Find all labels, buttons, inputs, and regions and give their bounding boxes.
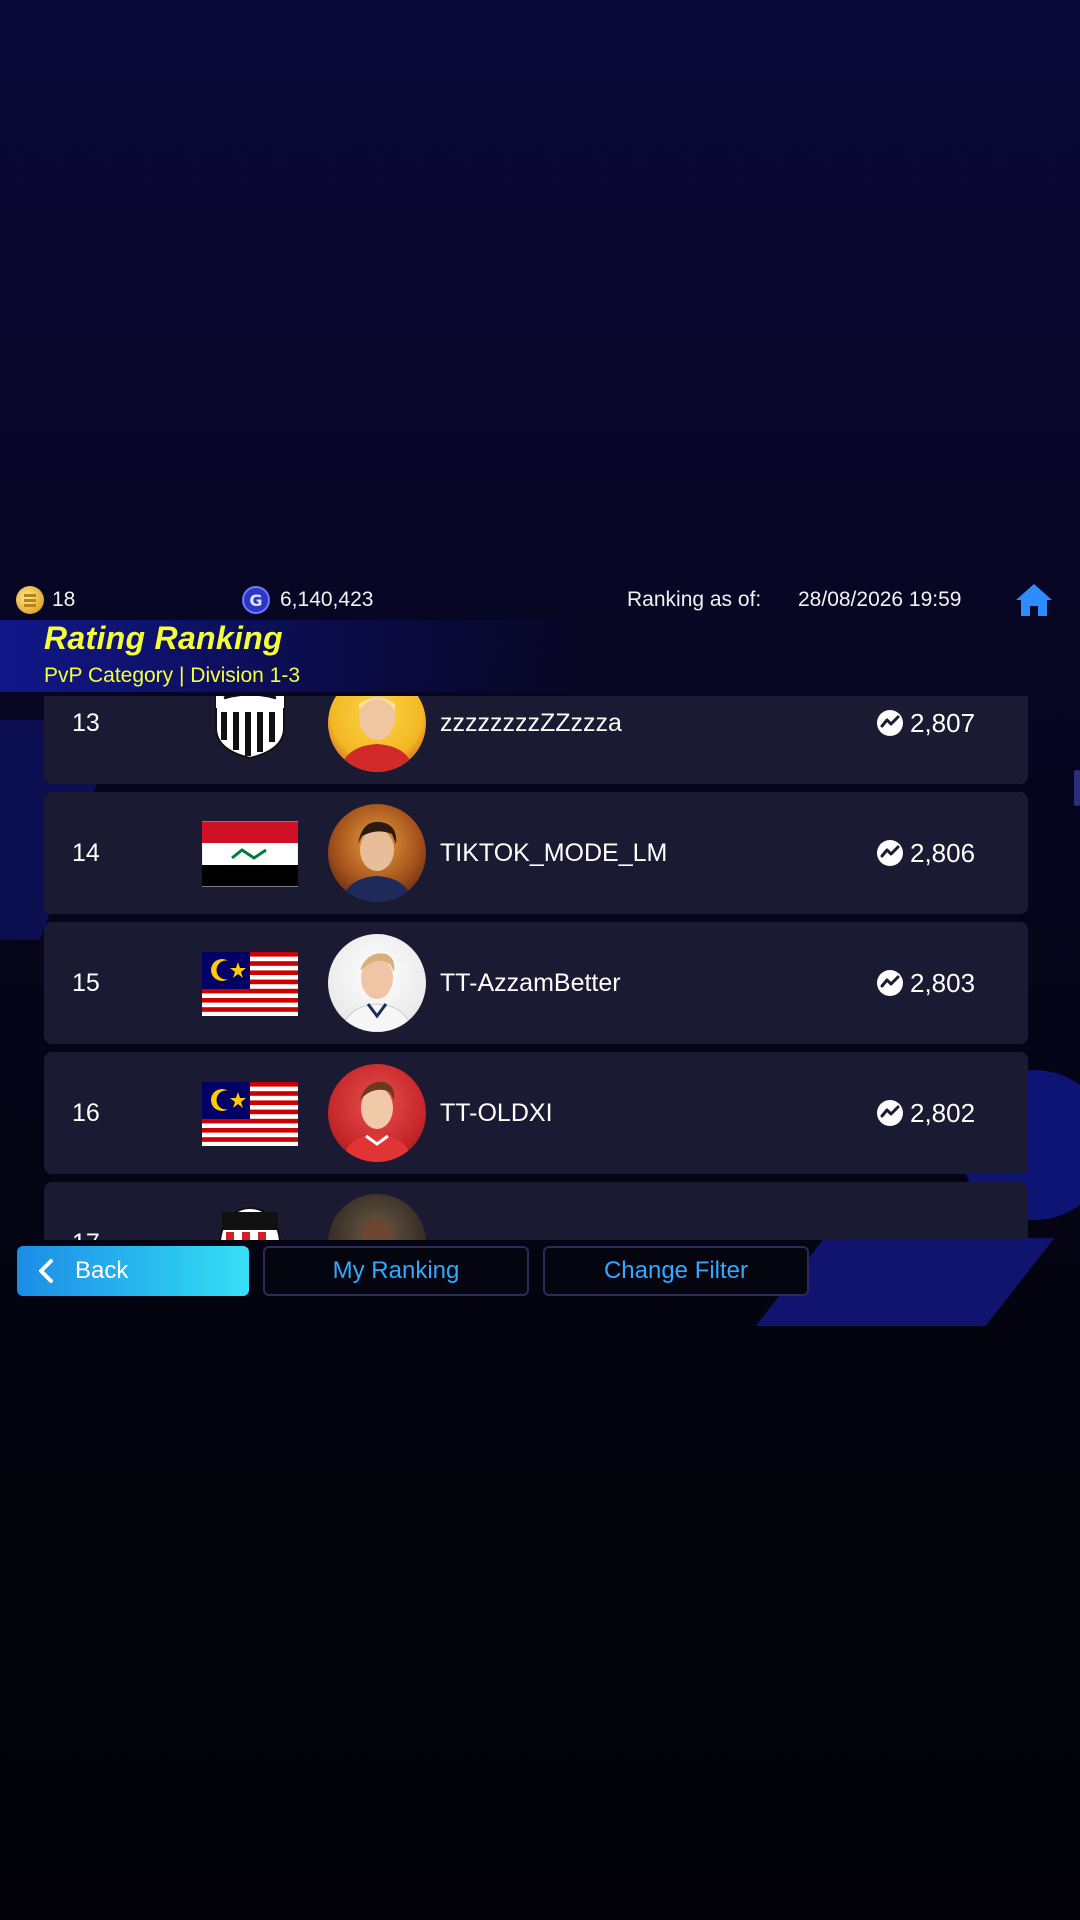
ac-milan-badge-icon [219, 1207, 281, 1240]
player-name: zzzzzzzzZZzzza [440, 709, 622, 737]
player-name: TT-AzzamBetter [440, 969, 621, 997]
my-ranking-label: My Ranking [332, 1257, 460, 1284]
gp-icon: G [242, 586, 270, 614]
rank-number: 15 [72, 969, 100, 997]
player-name: TIKTOK_MODE_LM [440, 839, 668, 867]
rating-trend-icon [877, 1100, 903, 1126]
avatar [328, 1064, 426, 1162]
gp-count: 6,140,423 [280, 588, 374, 611]
back-button[interactable]: Back [17, 1246, 249, 1296]
avatar [328, 1194, 426, 1240]
ranking-row[interactable]: 15 TT-AzzamBetter 2,803 [44, 922, 1028, 1044]
rank-number: 17 [72, 1182, 100, 1240]
santos-club-badge-icon [215, 696, 285, 760]
avatar [328, 696, 426, 772]
ranking-row[interactable]: 13 zzzzzzzzZZzzza 2,807 [44, 696, 1028, 784]
ranking-datetime: 28/08/2026 19:59 [798, 588, 962, 611]
page-subtitle: PvP Category | Division 1-3 [44, 664, 301, 687]
rating-trend-icon [877, 840, 903, 866]
malaysia-flag-icon [202, 1082, 298, 1146]
my-ranking-button[interactable]: My Ranking [263, 1246, 529, 1296]
ranking-row[interactable]: 16 TT-OLDXI 2,802 [44, 1052, 1028, 1174]
home-icon[interactable] [1014, 582, 1054, 618]
change-filter-button[interactable]: Change Filter [543, 1246, 809, 1296]
coin-count: 18 [52, 588, 76, 611]
ranking-row[interactable]: 14 TIKTOK_MODE_LM 2,806 [44, 792, 1028, 914]
back-button-label: Back [75, 1257, 129, 1284]
rank-number: 13 [72, 709, 100, 737]
malaysia-flag-icon [202, 952, 298, 1016]
change-filter-label: Change Filter [603, 1257, 749, 1284]
player-name: TT-OLDXI [440, 1099, 553, 1127]
rating-value: 2,803 [910, 968, 976, 998]
avatar [328, 804, 426, 902]
ranking-list[interactable]: 13 zzzzzzzzZZzzza 2,807 14 TIKTOK_MODE_L… [44, 696, 1028, 1240]
status-bar: 18 G 6,140,423 Ranking as of: 28/08/2026… [0, 580, 1080, 620]
avatar [328, 934, 426, 1032]
ranking-as-of-label: Ranking as of: [627, 588, 762, 611]
rating-trend-icon [877, 710, 903, 736]
scroll-indicator [1074, 770, 1080, 806]
rank-number: 14 [72, 839, 100, 867]
ranking-row[interactable]: 17 [44, 1182, 1028, 1240]
iraq-flag-icon [202, 821, 298, 887]
rating-value: 2,806 [910, 838, 976, 868]
rating-value: 2,807 [910, 708, 976, 738]
coin-icon [16, 586, 44, 614]
rank-number: 16 [72, 1099, 100, 1127]
page-title: Rating Ranking [44, 620, 283, 656]
chevron-left-icon [39, 1259, 53, 1283]
rating-trend-icon [877, 970, 903, 996]
rating-value: 2,802 [910, 1098, 976, 1128]
